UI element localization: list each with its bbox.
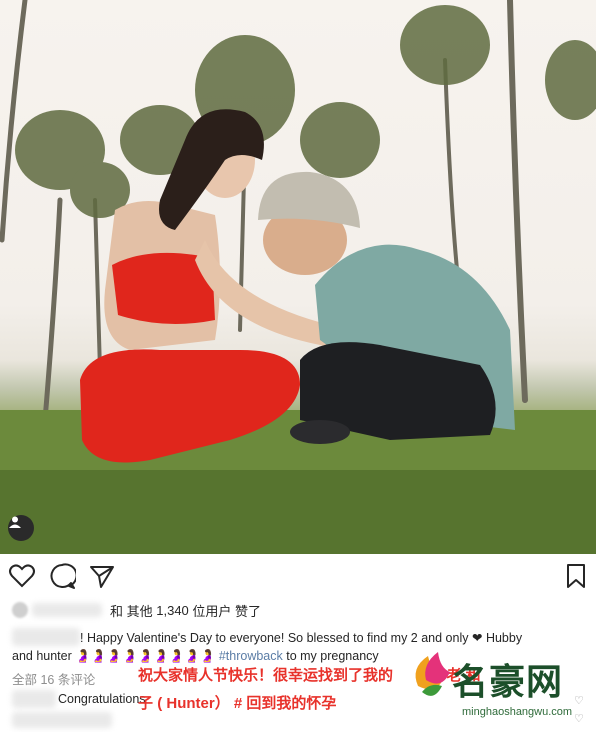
likes-suffix: 位用户 赞了 [192,603,262,619]
likes-count: 1,340 [156,602,189,618]
overlay-text-2c: # 回到我的怀孕 [233,695,337,712]
watermark-url: minghaoshangwu.com [462,706,573,718]
view-all-comments-link[interactable]: 全部 16 条评论 [12,669,95,688]
share-icon[interactable] [88,562,118,592]
overlay-text-1a: 祝大家情人节快乐！很幸运找到了我的 [138,667,394,684]
caption-line-2: and hunter 🤰🤰🤰🤰🤰🤰🤰🤰🤰 #throwback to my pr… [12,649,379,664]
caption-line-1: ! Happy Valentine's Day to everyone! So … [80,630,522,645]
post-photo[interactable] [0,0,596,554]
overlay-paren-icon: ( [157,695,163,712]
blurred-username [32,603,102,617]
blurred-author [12,628,80,646]
pregnant-emoji-icon: 🤰🤰🤰🤰🤰🤰🤰🤰🤰 [75,649,216,663]
hashtag-link[interactable]: #throwback [219,649,283,663]
overlay-text-2a: 子 [138,695,154,712]
photo-illustration [0,0,596,554]
caption-text-2-end: to my pregnancy [286,649,379,663]
comment-icon[interactable] [48,562,78,592]
comment-preview: Congratulations [58,692,146,706]
watermark-logo-icon [415,652,450,696]
blurred-commenter [12,690,56,708]
watermark-name: 名豪网 [452,661,564,702]
overlay-text-2b: Hunter） [166,695,230,712]
post-action-bar [0,562,596,596]
caption-text-1: ! Happy Valentine's Day to everyone! So … [80,631,469,645]
comment-like-icon-2[interactable]: ♡ [574,712,584,725]
avatar [12,602,28,618]
comment-like-icon[interactable]: ♡ [574,694,584,707]
overlay-chinese-line-2: 子 ( Hunter） # 回到我的怀孕 [138,692,336,713]
blurred-comment [12,712,112,728]
likes-summary[interactable]: 和 其他 1,340 位用户 赞了 [12,600,261,620]
likes-prefix: 和 其他 [110,603,153,619]
heart-icon[interactable] [8,562,38,592]
caption-text-1-end: Hubby [485,631,523,645]
user-tag-icon[interactable] [8,515,34,541]
heart-emoji-icon: ❤ [471,631,483,645]
bookmark-icon[interactable] [562,562,592,592]
caption-text-2: and hunter [12,649,72,663]
